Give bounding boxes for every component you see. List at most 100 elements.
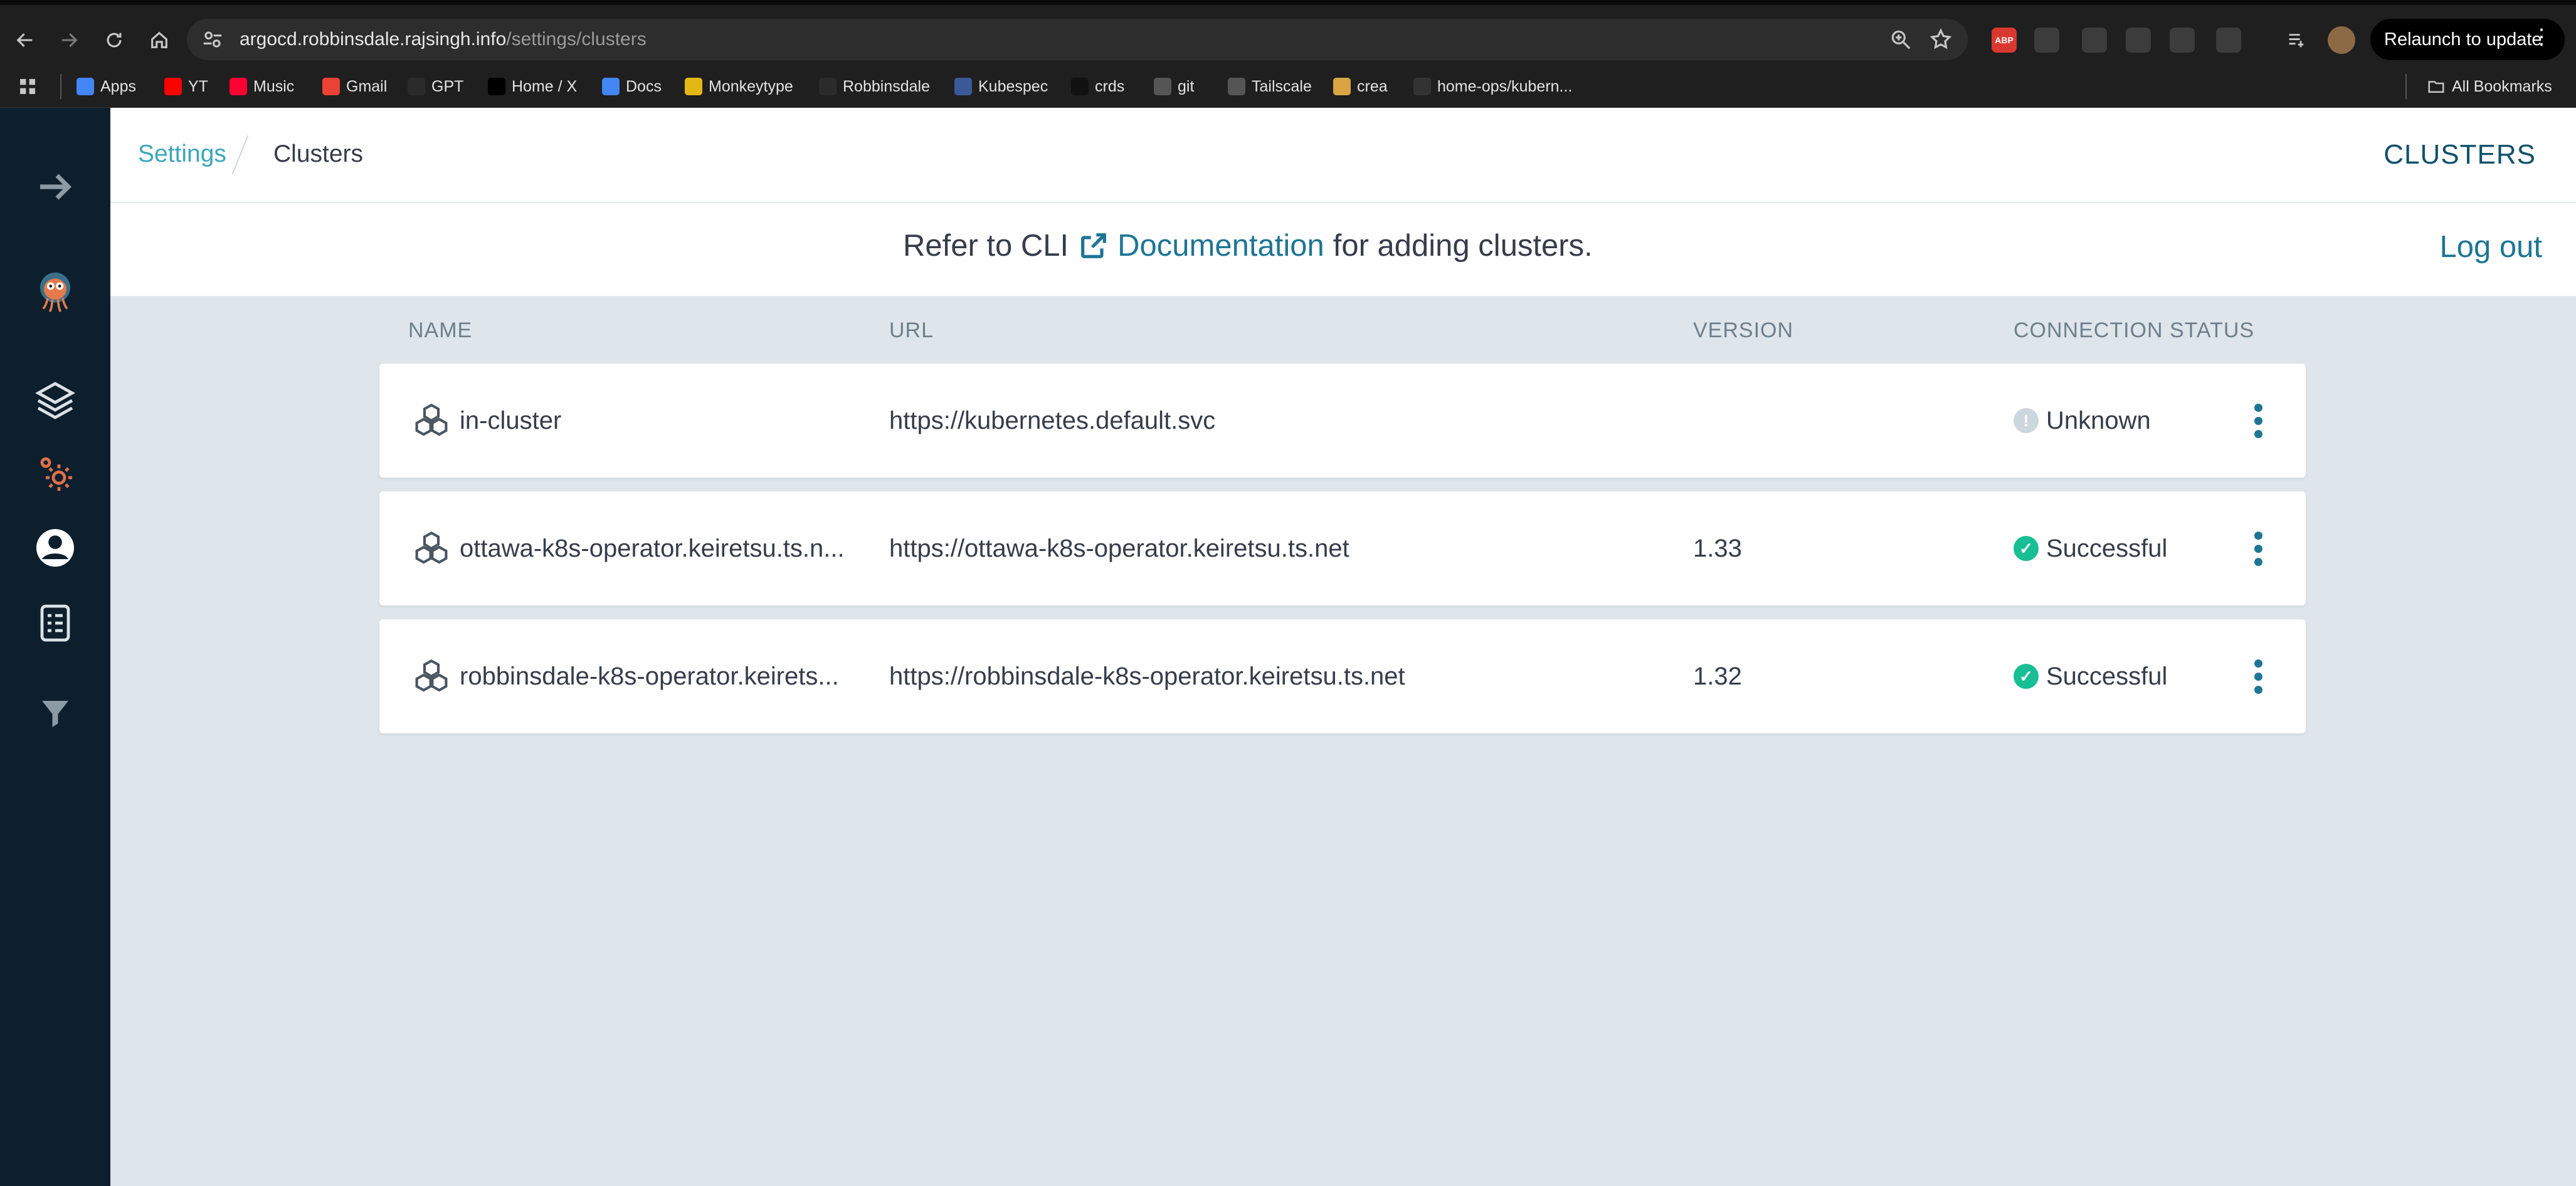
row-actions-menu-icon[interactable] — [2246, 619, 2271, 733]
cli-notice: Refer to CLI Documentation for adding cl… — [903, 228, 1593, 263]
connection-status-label: Successful — [2046, 534, 2168, 562]
cluster-name-cell: robbinsdale-k8s-operator.keirets... — [411, 619, 868, 733]
table-header: NAME URL VERSION CONNECTION STATUS — [379, 313, 2306, 349]
breadcrumb-settings[interactable]: Settings — [138, 140, 226, 168]
openai-icon — [408, 78, 425, 95]
bookmark-item[interactable]: git — [1154, 70, 1194, 103]
bookmark-label: Docs — [626, 77, 662, 95]
expand-sidebar-icon[interactable] — [30, 162, 80, 212]
translate-extension-icon[interactable] — [2034, 28, 2059, 53]
connection-status: ✓ Successful — [2014, 491, 2167, 606]
cluster-icon — [415, 403, 448, 436]
bookmark-label: Home / X — [512, 77, 578, 95]
kubespec-icon — [954, 78, 972, 95]
youtube-music-icon — [230, 78, 247, 95]
connection-status-label: Unknown — [2046, 406, 2151, 434]
bookmark-label: Gmail — [346, 77, 388, 95]
bookmark-item[interactable]: YT — [164, 70, 208, 103]
bookmark-item[interactable]: Robbinsdale — [819, 70, 930, 103]
docs-icon — [602, 78, 620, 95]
zoom-icon[interactable] — [1889, 28, 1913, 51]
cluster-name-cell: in-cluster — [411, 364, 868, 478]
notice-prefix: Refer to CLI — [903, 229, 1069, 263]
cluster-name: robbinsdale-k8s-operator.keirets... — [460, 662, 839, 690]
screenshot-extension-icon[interactable] — [2082, 28, 2107, 53]
column-header-name: NAME — [408, 318, 473, 342]
cluster-name-cell: ottawa-k8s-operator.keiretsu.ts.n... — [411, 491, 868, 606]
url-text[interactable]: argocd.robbinsdale.rajsingh.info/setting… — [240, 29, 647, 50]
row-actions-menu-icon[interactable] — [2246, 364, 2271, 478]
cluster-row[interactable]: in-cluster https://kubernetes.default.sv… — [379, 364, 2306, 478]
cluster-row[interactable]: robbinsdale-k8s-operator.keirets... http… — [379, 619, 2306, 733]
applications-layers-icon[interactable] — [30, 374, 80, 424]
all-bookmarks[interactable]: All Bookmarks — [2427, 70, 2552, 103]
pen-extension-icon[interactable] — [2170, 28, 2195, 53]
connection-status-label: Successful — [2046, 662, 2168, 690]
bookmark-label: crds — [1095, 77, 1125, 95]
cluster-version: 1.32 — [1693, 662, 1742, 690]
documentation-link-label: Documentation — [1117, 229, 1324, 263]
adblock-icon[interactable]: ABP — [1992, 28, 2017, 53]
profile-avatar[interactable] — [2328, 26, 2355, 54]
reload-icon[interactable] — [97, 23, 132, 58]
bookmark-item[interactable]: Docs — [602, 70, 662, 103]
cluster-version: 1.33 — [1693, 534, 1742, 562]
apps-grid-icon — [77, 78, 94, 95]
grammar-extension-icon[interactable] — [2126, 28, 2151, 53]
bookmark-item[interactable]: Music — [230, 70, 294, 103]
bookmark-item[interactable]: Monkeytype — [685, 70, 793, 103]
url-path: /settings/clusters — [506, 29, 647, 50]
bookmarks-divider — [60, 74, 61, 99]
user-info-icon[interactable] — [30, 523, 80, 573]
bookmark-label: Apps — [100, 77, 136, 95]
box-icon — [1333, 78, 1351, 95]
notice-suffix: for adding clusters. — [1333, 229, 1593, 263]
bookmark-item[interactable]: Home / X — [488, 70, 577, 103]
page-header: Settings Clusters CLUSTERS — [110, 108, 2576, 203]
bookmark-item[interactable]: GPT — [408, 70, 463, 103]
settings-gear-icon[interactable] — [30, 449, 80, 499]
logout-link[interactable]: Log out — [2440, 229, 2543, 265]
relaunch-button[interactable]: Relaunch to update ⋮ — [2370, 19, 2565, 60]
all-bookmarks-label: All Bookmarks — [2452, 77, 2552, 95]
browser-menu-icon[interactable]: ⋮ — [2531, 26, 2552, 48]
github-icon — [1413, 78, 1431, 95]
folder-icon — [2428, 81, 2444, 93]
bookmark-item[interactable]: home-ops/kubern... — [1413, 70, 1572, 103]
bookmark-label: GPT — [431, 77, 464, 95]
bookmark-item[interactable]: Apps — [77, 70, 136, 103]
puzzle-icon[interactable] — [2216, 28, 2241, 53]
address-bar[interactable]: argocd.robbinsdale.rajsingh.info/setting… — [187, 19, 1968, 60]
cluster-name: ottawa-k8s-operator.keiretsu.ts.n... — [460, 534, 845, 562]
column-header-connection-status: CONNECTION STATUS — [2014, 318, 2255, 342]
page-toolbar: Refer to CLI Documentation for adding cl… — [110, 203, 2576, 297]
youtube-icon — [164, 78, 182, 95]
breadcrumb-current: Clusters — [273, 140, 364, 167]
apps-launcher-icon[interactable] — [18, 70, 38, 103]
bookmark-item[interactable]: Kubespec — [954, 70, 1048, 103]
bookmark-label: home-ops/kubern... — [1437, 77, 1573, 95]
forward-icon[interactable] — [51, 23, 87, 58]
back-icon[interactable] — [8, 23, 43, 58]
connection-status: ✓ Successful — [2014, 619, 2167, 733]
bookmark-star-icon[interactable] — [1929, 28, 1953, 51]
cluster-name: in-cluster — [460, 406, 562, 434]
bookmark-item[interactable]: crea — [1333, 70, 1388, 103]
gmail-icon — [322, 78, 340, 95]
cluster-url: https://kubernetes.default.svc — [889, 406, 1216, 434]
argo-logo[interactable] — [19, 256, 92, 328]
bookmark-label: Robbinsdale — [843, 77, 930, 95]
bookmark-item[interactable]: Gmail — [322, 70, 387, 103]
site-settings-icon[interactable] — [201, 28, 224, 51]
row-actions-menu-icon[interactable] — [2246, 491, 2271, 606]
cluster-url: https://ottawa-k8s-operator.keiretsu.ts.… — [889, 534, 1349, 562]
success-check-icon: ✓ — [2014, 664, 2039, 689]
cluster-row[interactable]: ottawa-k8s-operator.keiretsu.ts.n... htt… — [379, 491, 2306, 606]
bookmark-item[interactable]: Tailscale — [1228, 70, 1312, 103]
filter-icon[interactable] — [30, 687, 80, 737]
reading-list-icon[interactable] — [2283, 26, 2310, 54]
documentation-link[interactable]: Documentation — [1077, 228, 1324, 263]
home-icon[interactable] — [142, 23, 177, 58]
bookmark-item[interactable]: crds — [1071, 70, 1124, 103]
documentation-icon[interactable] — [30, 598, 80, 648]
